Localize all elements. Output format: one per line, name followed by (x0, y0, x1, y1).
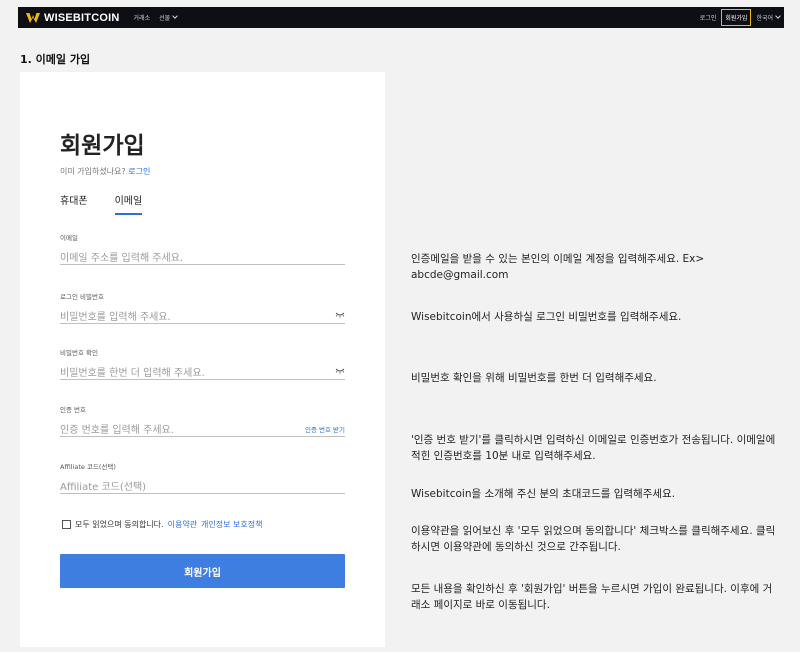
language-select[interactable]: 한국어 (756, 13, 781, 22)
password-confirm-field-group: 비밀번호 확인 비밀번호를 한번 더 입력해 주세요. (60, 347, 345, 380)
nav-exchange[interactable]: 거래소 (134, 13, 151, 22)
signup-card: 회원가입 이미 가입하셨나요? 로그인 휴대폰 이메일 이메일 이메일 주소를 … (20, 72, 385, 647)
affiliate-code-field[interactable]: Affiliate 코드(선택) (60, 478, 345, 494)
signup-submit-button[interactable]: 회원가입 (60, 554, 345, 588)
password-field[interactable]: 비밀번호를 입력해 주세요. (60, 308, 345, 324)
terms-link[interactable]: 이용약관 (168, 519, 197, 530)
eye-closed-icon[interactable] (335, 312, 345, 320)
password-confirm-field[interactable]: 비밀번호를 한번 더 입력해 주세요. (60, 364, 345, 380)
affiliate-placeholder: Affiliate 코드(선택) (60, 482, 147, 493)
verification-placeholder: 인증 번호를 입력해 주세요. (60, 425, 174, 436)
password-confirm-placeholder: 비밀번호를 한번 더 입력해 주세요. (60, 368, 205, 379)
agree-checkbox[interactable] (62, 520, 71, 529)
affiliate-label: Affiliate 코드(선택) (60, 463, 116, 471)
note-password-confirm: 비밀번호 확인을 위해 비밀번호를 한번 더 입력해주세요. (411, 372, 657, 384)
tab-email[interactable]: 이메일 (114, 192, 143, 215)
logo-text: WISEBITCOIN (44, 11, 120, 24)
wisebitcoin-logo-icon (26, 12, 40, 23)
login-link-form[interactable]: 로그인 (128, 167, 150, 176)
agree-row: 모두 읽었으며 동의합니다. 이용약관 개인정보 보호정책 (62, 519, 262, 530)
logo[interactable]: WISEBITCOIN (26, 12, 120, 24)
nav-futures[interactable]: 선물 (159, 13, 178, 22)
tab-phone[interactable]: 휴대폰 (60, 192, 88, 215)
password-placeholder: 비밀번호를 입력해 주세요. (60, 312, 171, 323)
top-navbar: WISEBITCOIN 거래소 선물 로그인 회원가입 한국어 (18, 7, 784, 28)
eye-closed-icon[interactable] (335, 368, 345, 376)
password-confirm-label: 비밀번호 확인 (60, 349, 98, 357)
verification-label: 인증 번호 (60, 406, 86, 414)
email-field[interactable]: 이메일 주소를 입력해 주세요. (60, 249, 345, 265)
email-placeholder: 이메일 주소를 입력해 주세요. (60, 253, 184, 264)
signup-nav-button[interactable]: 회원가입 (721, 9, 752, 26)
form-title: 회원가입 (60, 133, 145, 159)
chevron-down-icon (172, 13, 178, 19)
email-field-group: 이메일 이메일 주소를 입력해 주세요. (60, 232, 345, 265)
password-field-group: 로그인 비밀번호 비밀번호를 입력해 주세요. (60, 291, 345, 324)
note-password: Wisebitcoin에서 사용하실 로그인 비밀번호를 입력해주세요. (411, 311, 682, 323)
nav-futures-label: 선물 (159, 15, 171, 22)
section-title: 1. 이메일 가입 (20, 53, 91, 66)
note-submit: 모든 내용을 확인하신 후 '회원가입' 버튼을 누르시면 가입이 완료됩니다.… (411, 583, 773, 611)
note-terms: 이용약관을 읽어보신 후 '모두 읽었으며 동의합니다' 체크박스를 클릭해주세… (411, 525, 776, 553)
signup-tabs: 휴대폰 이메일 (60, 192, 143, 215)
note-verification: '인증 번호 받기'를 클릭하시면 입력하신 이메일로 인증번호가 전송됩니다.… (411, 434, 776, 462)
send-code-button[interactable]: 인증 번호 받기 (305, 424, 345, 434)
language-label: 한국어 (756, 15, 773, 22)
already-member-label: 이미 가입하셨나요? (60, 167, 126, 176)
login-link[interactable]: 로그인 (700, 13, 717, 22)
affiliate-field-group: Affiliate 코드(선택) Affiliate 코드(선택) (60, 461, 345, 494)
email-label: 이메일 (60, 234, 78, 242)
verification-field-group: 인증 번호 인증 번호를 입력해 주세요. 인증 번호 받기 (60, 404, 345, 437)
note-email: 인증메일을 받을 수 있는 본인의 이메일 계정을 입력해주세요. Ex> ab… (411, 253, 705, 281)
already-member-text: 이미 가입하셨나요? 로그인 (60, 166, 150, 177)
chevron-down-icon (775, 13, 781, 19)
privacy-link[interactable]: 개인정보 보호정책 (201, 519, 262, 530)
verification-code-field[interactable]: 인증 번호를 입력해 주세요. 인증 번호 받기 (60, 421, 345, 437)
agree-text: 모두 읽었으며 동의합니다. (75, 520, 164, 529)
note-affiliate: Wisebitcoin을 소개해 주신 분의 초대코드를 입력해주세요. (411, 488, 676, 500)
password-label: 로그인 비밀번호 (60, 293, 104, 301)
